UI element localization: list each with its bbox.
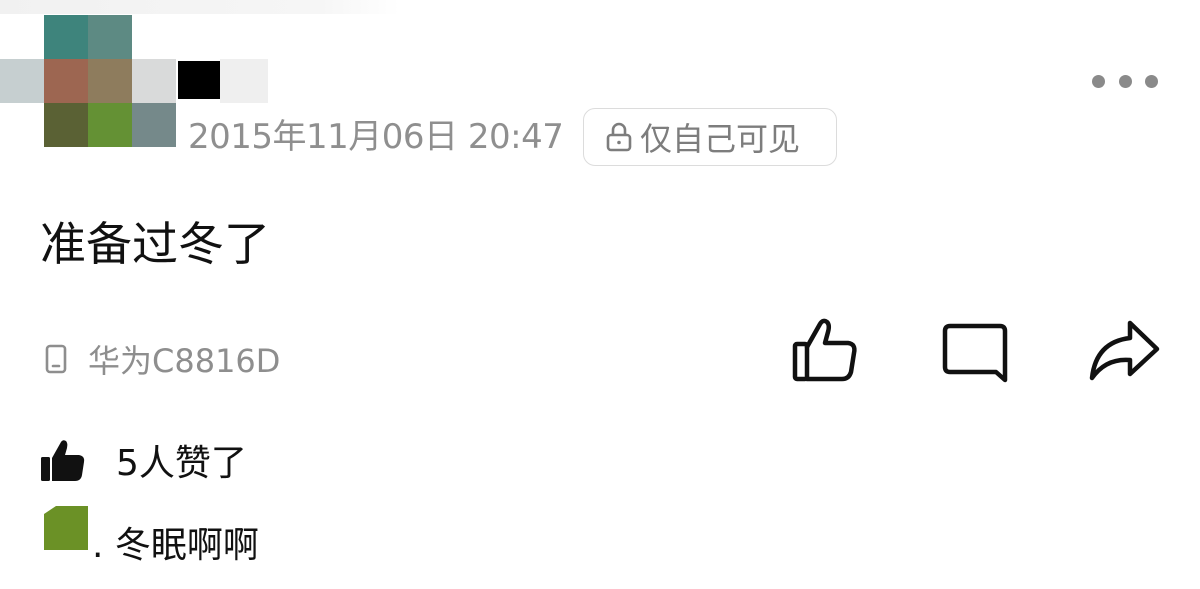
lock-icon xyxy=(606,122,632,152)
like-button[interactable] xyxy=(790,314,862,386)
device-info: 华为C8816D xyxy=(44,334,280,384)
avatar-pixel xyxy=(88,59,132,103)
comment-text: . 冬眠啊啊 xyxy=(92,525,259,566)
more-dots-icon xyxy=(1118,74,1132,88)
comment-button[interactable] xyxy=(940,320,1010,384)
avatar-pixel xyxy=(132,59,176,103)
share-arrow-icon xyxy=(1089,320,1160,381)
more-options-button[interactable] xyxy=(1092,66,1158,96)
device-label: 华为C8816D xyxy=(88,342,281,380)
thumbs-up-icon xyxy=(792,318,857,382)
avatar-pixel xyxy=(44,15,88,59)
post-timestamp: 2015年11月06日 20:47 xyxy=(188,117,564,157)
phone-icon xyxy=(45,344,67,374)
comment-bubble-icon xyxy=(942,323,1008,383)
avatar-pixel xyxy=(44,59,88,103)
thumbs-up-filled-icon xyxy=(41,440,85,481)
likes-summary[interactable]: 5人赞了 xyxy=(40,432,247,488)
avatar-pixel xyxy=(44,103,88,147)
privacy-label: 仅自己可见 xyxy=(640,120,801,158)
commenter-avatar[interactable] xyxy=(44,506,88,550)
more-dots-icon xyxy=(1145,74,1158,88)
avatar-pixel xyxy=(88,103,132,147)
comment-item[interactable]: . 冬眠啊啊 xyxy=(44,506,344,566)
avatar-pixel xyxy=(0,59,44,103)
share-button[interactable] xyxy=(1086,318,1162,382)
avatar-pixel xyxy=(178,61,222,99)
avatar-pixel xyxy=(88,15,132,59)
commenter-avatar-image xyxy=(44,506,88,550)
top-edge-fade xyxy=(0,0,400,14)
avatar-pixel xyxy=(132,103,176,147)
post-content: 准备过冬了 xyxy=(40,217,270,271)
more-dots-icon xyxy=(1092,74,1105,88)
likes-count-text: 5人赞了 xyxy=(116,443,247,484)
privacy-badge[interactable]: 仅自己可见 xyxy=(583,108,837,166)
avatar-pixel xyxy=(220,59,268,103)
